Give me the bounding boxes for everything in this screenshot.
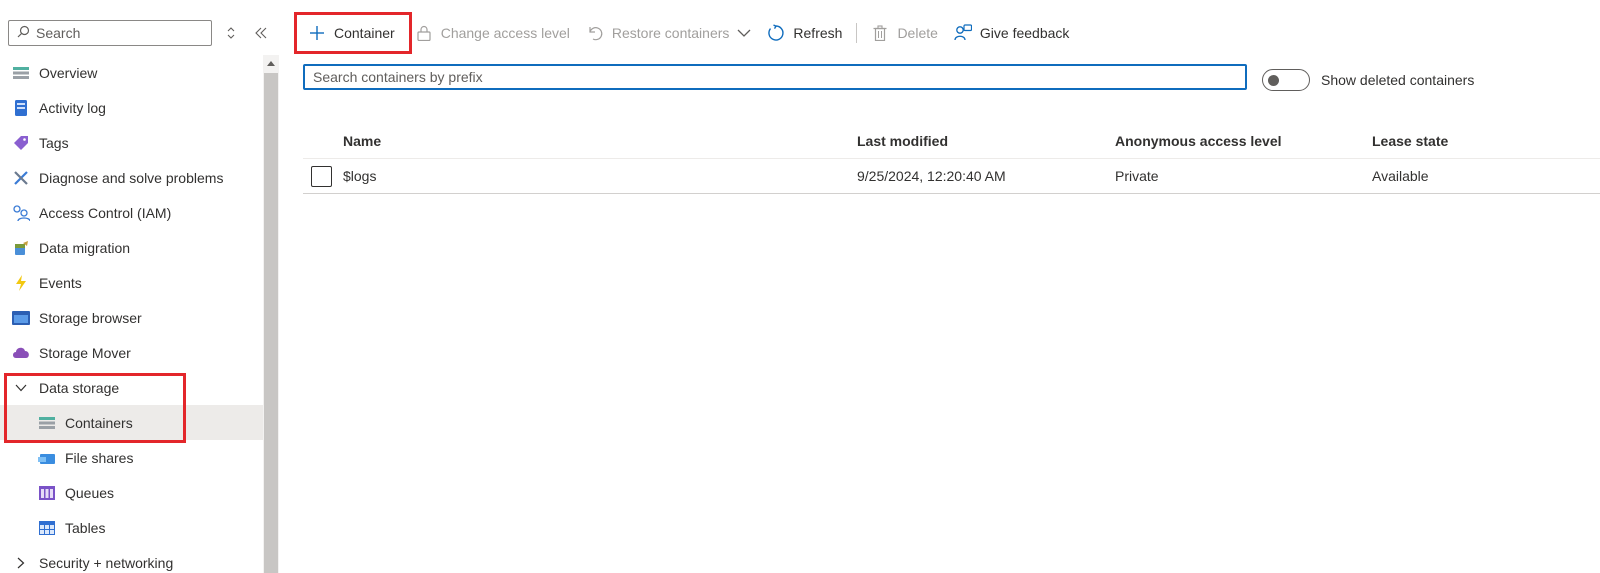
storage-browser-icon: [12, 309, 30, 327]
data-migration-icon: [12, 239, 30, 257]
containers-table: Name Last modified Anonymous access leve…: [303, 123, 1600, 194]
undo-icon: [586, 24, 604, 42]
sidebar-item-label: Overview: [39, 64, 98, 81]
sidebar-item-activity-log[interactable]: Activity log: [0, 90, 263, 125]
delete-label: Delete: [897, 25, 938, 41]
command-bar: Container Change access level Restore co…: [296, 14, 1077, 52]
last-modified-cell: 9/25/2024, 12:20:40 AM: [857, 168, 1006, 184]
sidebar-item-label: Access Control (IAM): [39, 204, 172, 221]
add-container-button[interactable]: Container: [296, 17, 407, 49]
lock-icon: [415, 24, 433, 42]
column-header-last-modified[interactable]: Last modified: [857, 123, 948, 158]
sidebar-item-label: Data migration: [39, 239, 131, 256]
scrollbar-thumb[interactable]: [264, 73, 278, 573]
tables-icon: [38, 519, 56, 537]
wrench-icon: [12, 169, 30, 187]
column-header-lease-state[interactable]: Lease state: [1372, 123, 1448, 158]
plus-icon: [308, 24, 326, 42]
refresh-label: Refresh: [793, 25, 843, 41]
sidebar-item-storage-mover[interactable]: Storage Mover: [0, 335, 263, 370]
overview-icon: [12, 64, 30, 82]
trash-icon: [871, 24, 889, 42]
give-feedback-button[interactable]: Give feedback: [946, 17, 1078, 49]
sidebar-scrollbar[interactable]: [263, 55, 279, 573]
feedback-icon: [954, 24, 972, 42]
sidebar-group-data-storage[interactable]: Data storage: [0, 370, 263, 405]
sidebar-group-security-networking[interactable]: Security + networking: [0, 545, 263, 573]
sort-toggle-button[interactable]: [220, 22, 242, 44]
sidebar-item-label: Storage browser: [39, 309, 142, 326]
lightning-icon: [12, 274, 30, 292]
restore-containers-label: Restore containers: [611, 25, 730, 41]
people-icon: [12, 204, 30, 222]
row-checkbox[interactable]: [311, 165, 332, 187]
storage-containers-page: Overview Activity log Tags Diagnose and …: [0, 0, 1600, 573]
up-down-chevron-icon: [227, 27, 235, 39]
sidebar-item-iam[interactable]: Access Control (IAM): [0, 195, 263, 230]
chevron-right-icon: [12, 557, 30, 569]
sidebar-item-storage-browser[interactable]: Storage browser: [0, 300, 263, 335]
access-level-cell: Private: [1115, 168, 1159, 184]
sidebar-group-label: Data storage: [39, 379, 120, 396]
sidebar-item-label: File shares: [65, 449, 134, 466]
queues-icon: [38, 484, 56, 502]
file-shares-icon: [38, 449, 56, 467]
sidebar-search-input[interactable]: [36, 25, 206, 41]
sidebar-item-tags[interactable]: Tags: [0, 125, 263, 160]
sidebar-item-queues[interactable]: Queues: [0, 475, 263, 510]
lease-state-cell: Available: [1372, 168, 1429, 184]
column-header-access-level[interactable]: Anonymous access level: [1115, 123, 1282, 158]
resource-sidebar: Overview Activity log Tags Diagnose and …: [0, 0, 280, 573]
toggle-knob: [1268, 75, 1279, 86]
sidebar-search-box[interactable]: [8, 20, 212, 46]
sidebar-item-label: Activity log: [39, 99, 106, 116]
sidebar-item-tables[interactable]: Tables: [0, 510, 263, 545]
sidebar-nav: Overview Activity log Tags Diagnose and …: [0, 55, 263, 573]
scroll-up-arrow-icon[interactable]: [263, 55, 279, 71]
container-name-link[interactable]: $logs: [343, 159, 376, 193]
cloud-icon: [12, 344, 30, 362]
refresh-icon: [767, 24, 785, 42]
double-chevron-left-icon: [255, 27, 267, 39]
change-access-level-label: Change access level: [440, 25, 570, 41]
sidebar-search-row: [8, 20, 272, 46]
activity-log-icon: [12, 99, 30, 117]
sidebar-group-label: Security + networking: [39, 554, 174, 571]
sidebar-item-label: Tags: [39, 134, 69, 151]
container-search-input[interactable]: [303, 64, 1247, 90]
column-header-name[interactable]: Name: [343, 123, 381, 158]
sidebar-item-label: Diagnose and solve problems: [39, 169, 224, 186]
sidebar-item-label: Containers: [65, 414, 133, 431]
sidebar-item-label: Events: [39, 274, 82, 291]
sidebar-item-containers[interactable]: Containers: [0, 405, 263, 440]
collapse-sidebar-button[interactable]: [250, 22, 272, 44]
sidebar-item-label: Tables: [65, 519, 106, 536]
show-deleted-label: Show deleted containers: [1321, 72, 1475, 88]
sidebar-item-data-migration[interactable]: Data migration: [0, 230, 263, 265]
containers-icon: [38, 414, 56, 432]
toolbar-divider: [856, 23, 858, 43]
change-access-level-button[interactable]: Change access level: [407, 17, 578, 49]
table-header: Name Last modified Anonymous access leve…: [303, 123, 1600, 159]
show-deleted-toggle-group: Show deleted containers: [1262, 69, 1474, 91]
sidebar-item-events[interactable]: Events: [0, 265, 263, 300]
refresh-button[interactable]: Refresh: [759, 17, 850, 49]
sidebar-item-diagnose[interactable]: Diagnose and solve problems: [0, 160, 263, 195]
chevron-down-icon: [12, 384, 30, 392]
sidebar-item-label: Storage Mover: [39, 344, 131, 361]
delete-button[interactable]: Delete: [863, 17, 945, 49]
show-deleted-toggle[interactable]: [1262, 69, 1310, 91]
add-container-label: Container: [334, 25, 395, 41]
tag-icon: [12, 134, 30, 152]
sidebar-item-label: Queues: [65, 484, 115, 501]
search-icon: [17, 25, 30, 41]
sidebar-item-file-shares[interactable]: File shares: [0, 440, 263, 475]
restore-containers-button[interactable]: Restore containers: [578, 17, 760, 49]
give-feedback-label: Give feedback: [979, 25, 1070, 41]
chevron-down-icon[interactable]: [737, 29, 751, 37]
table-row[interactable]: $logs 9/25/2024, 12:20:40 AM Private Ava…: [303, 159, 1600, 194]
sidebar-item-overview[interactable]: Overview: [0, 55, 263, 90]
row-checkbox-cell: [311, 159, 332, 193]
